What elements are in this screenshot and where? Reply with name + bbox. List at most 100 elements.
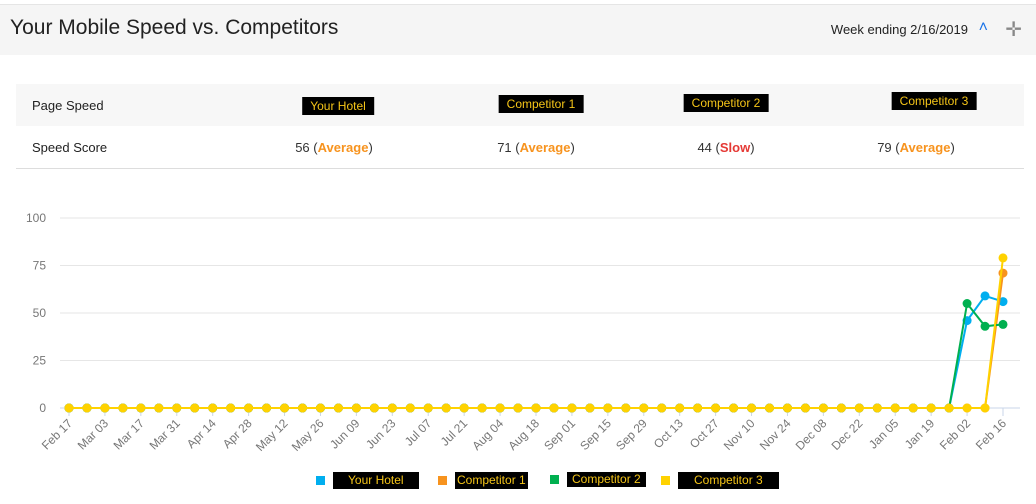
data-point (172, 403, 182, 413)
legend: Your Hotel Competitor 1 Competitor 2 Com… (0, 472, 1036, 490)
data-point (962, 403, 972, 413)
x-tick-label: Jun 09 (327, 416, 363, 452)
data-point (854, 403, 864, 413)
data-point (118, 403, 128, 413)
x-tick-label: Sep 15 (577, 416, 614, 453)
x-tick-label: Dec 22 (829, 416, 866, 453)
data-point (369, 403, 379, 413)
data-point (980, 403, 990, 413)
x-tick-label: Mar 03 (75, 416, 112, 453)
data-point (639, 403, 649, 413)
data-point (244, 403, 254, 413)
data-point (980, 291, 990, 301)
data-point (872, 403, 882, 413)
data-point (513, 403, 523, 413)
x-tick-label: Mar 17 (111, 416, 148, 453)
x-tick-label: Apr 28 (220, 416, 255, 451)
data-point (64, 403, 74, 413)
data-point (747, 403, 757, 413)
data-point (477, 403, 487, 413)
data-point (603, 403, 613, 413)
data-point (280, 403, 290, 413)
x-tick-label: May 12 (253, 416, 291, 454)
x-tick-label: Oct 27 (687, 416, 722, 451)
data-point (818, 403, 828, 413)
x-tick-label: Aug 18 (505, 416, 542, 453)
x-tick-label: Dec 08 (793, 416, 830, 453)
data-point (315, 403, 325, 413)
data-point (226, 403, 236, 413)
legend-swatch (438, 476, 447, 485)
legend-item-competitor-3[interactable]: Competitor 3 (661, 472, 779, 489)
data-point (387, 403, 397, 413)
data-point (459, 403, 469, 413)
x-tick-label: Feb 02 (937, 416, 974, 453)
x-tick-label: May 26 (289, 416, 327, 454)
data-point (657, 403, 667, 413)
data-point (208, 403, 218, 413)
legend-item-competitor-2[interactable]: Competitor 2 (550, 472, 646, 487)
x-tick-label: Nov 10 (721, 416, 758, 453)
data-point (765, 403, 774, 413)
x-tick-label: Apr 14 (184, 416, 219, 451)
data-point (675, 403, 685, 413)
x-tick-label: Jan 05 (866, 416, 902, 452)
data-point (154, 403, 164, 413)
x-tick-label: Oct 13 (651, 416, 686, 451)
x-tick-label: Jan 19 (902, 416, 938, 452)
x-tick-label: Mar 31 (147, 416, 184, 453)
data-point (531, 403, 541, 413)
data-point (998, 253, 1008, 263)
data-point (962, 299, 972, 308)
data-point (729, 403, 739, 413)
x-tick-label: Sep 01 (541, 416, 578, 453)
legend-item-competitor-1[interactable]: Competitor 1 (438, 472, 528, 489)
data-point (908, 403, 918, 413)
y-tick-label: 0 (39, 401, 46, 415)
data-point (944, 403, 954, 413)
line-chart: 0 25 50 75 100 Feb 17 Mar 03 Mar 17 Mar 31 Apr 14… (26, 211, 1020, 454)
data-point (567, 403, 577, 413)
x-tick-label: Feb 17 (39, 416, 76, 453)
x-tick-label: Aug 04 (469, 416, 506, 453)
legend-swatch (316, 476, 325, 485)
data-point (100, 403, 110, 413)
data-point (495, 403, 505, 413)
data-point (782, 403, 792, 413)
y-tick-label: 50 (33, 306, 47, 320)
data-point (890, 403, 900, 413)
data-point (836, 403, 846, 413)
series-line (69, 257, 1004, 409)
data-point (423, 403, 433, 413)
data-point (693, 403, 703, 413)
data-point (262, 403, 272, 413)
legend-item-your-hotel[interactable]: Your Hotel (316, 472, 419, 489)
legend-swatch (550, 475, 559, 484)
x-tick-label: Jul 21 (438, 416, 471, 449)
x-tick-label: Sep 29 (613, 416, 650, 453)
series-line (69, 272, 1004, 409)
series-line (69, 301, 1004, 409)
data-point (621, 403, 631, 413)
data-point (333, 403, 343, 413)
data-point (136, 403, 146, 413)
data-point (549, 403, 559, 413)
data-point (190, 403, 200, 413)
data-point (800, 403, 810, 413)
data-point (82, 403, 92, 413)
x-tick-label: Feb 16 (973, 416, 1010, 453)
data-point (405, 403, 415, 413)
data-point (926, 403, 936, 413)
x-tick-label: Jul 07 (402, 416, 435, 449)
data-point (298, 403, 307, 413)
x-tick-label: Nov 24 (757, 416, 794, 453)
y-tick-label: 75 (33, 259, 47, 273)
data-point (441, 403, 451, 413)
data-point (711, 403, 721, 413)
data-point (998, 319, 1008, 329)
data-point (980, 321, 990, 331)
x-tick-label: Jun 23 (363, 416, 399, 452)
y-tick-label: 100 (26, 211, 46, 225)
y-tick-label: 25 (33, 354, 47, 368)
data-point (351, 403, 361, 413)
